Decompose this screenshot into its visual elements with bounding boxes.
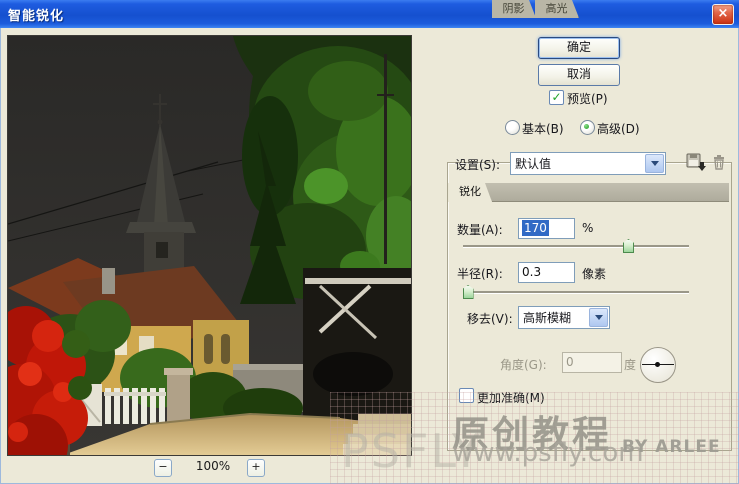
- radius-input[interactable]: 0.3: [518, 262, 575, 283]
- preview-checkbox[interactable]: ✓: [549, 90, 564, 105]
- settings-label: 设置(S):: [455, 158, 501, 172]
- radius-unit: 像素: [582, 267, 607, 281]
- amount-value: 170: [522, 220, 549, 236]
- angle-dial: [640, 347, 676, 383]
- remove-value: 高斯模糊: [523, 311, 572, 325]
- radius-label: 半径(R):: [457, 267, 503, 281]
- amount-input[interactable]: 170: [518, 218, 575, 239]
- ok-button[interactable]: 确定: [538, 37, 620, 59]
- amount-slider-thumb[interactable]: [622, 239, 634, 253]
- radio-dot-icon: [584, 124, 589, 129]
- angle-label: 角度(G):: [500, 358, 547, 372]
- chevron-down-icon: [589, 308, 608, 327]
- basic-radio-label[interactable]: 基本(B): [522, 120, 564, 137]
- slider-track: [463, 291, 689, 294]
- street-scene-photo: [8, 36, 411, 455]
- radius-slider[interactable]: [462, 284, 689, 300]
- preview-image[interactable]: [7, 35, 412, 456]
- check-icon: ✓: [551, 90, 562, 104]
- zoom-in-button[interactable]: +: [247, 459, 265, 477]
- basic-radio[interactable]: [505, 120, 520, 135]
- preview-checkbox-label[interactable]: 预览(P): [567, 90, 608, 107]
- delete-settings-icon[interactable]: [710, 152, 729, 171]
- tab-highlight[interactable]: 高光: [535, 0, 579, 18]
- tab-shadow[interactable]: 阴影: [492, 0, 536, 18]
- tab-sharpen[interactable]: 锐化: [448, 183, 492, 202]
- cancel-button[interactable]: 取消: [538, 64, 620, 86]
- zoom-out-button[interactable]: −: [154, 459, 172, 477]
- slider-track: [463, 245, 689, 248]
- title-bar[interactable]: 智能锐化 ×: [0, 0, 739, 28]
- save-settings-icon[interactable]: [684, 151, 706, 172]
- angle-hub: [655, 362, 660, 367]
- radius-value: 0.3: [522, 265, 542, 279]
- zoom-level: 100%: [195, 459, 231, 473]
- settings-value: 默认值: [515, 157, 552, 171]
- close-icon[interactable]: ×: [712, 4, 734, 25]
- amount-label: 数量(A):: [457, 223, 503, 237]
- amount-unit: %: [582, 221, 594, 235]
- smart-sharpen-dialog: 智能锐化 × − 100% + 确定 取消 ✓ 预览(P) 基本(B) 高级(D…: [0, 0, 739, 484]
- angle-input: 0: [562, 352, 622, 373]
- chevron-down-icon: [645, 154, 664, 173]
- radius-slider-thumb[interactable]: [462, 285, 474, 299]
- dialog-title: 智能锐化: [8, 8, 65, 24]
- amount-slider[interactable]: [463, 238, 689, 254]
- angle-value: 0: [566, 355, 574, 369]
- more-accurate-checkbox[interactable]: ✓: [459, 388, 474, 403]
- angle-unit: 度: [624, 358, 637, 372]
- advanced-radio[interactable]: [580, 120, 595, 135]
- more-accurate-label[interactable]: 更加准确(M): [477, 389, 545, 406]
- advanced-radio-label[interactable]: 高级(D): [597, 120, 640, 137]
- settings-dropdown[interactable]: 默认值: [510, 152, 666, 175]
- remove-dropdown[interactable]: 高斯模糊: [518, 306, 610, 329]
- remove-label: 移去(V):: [467, 312, 513, 326]
